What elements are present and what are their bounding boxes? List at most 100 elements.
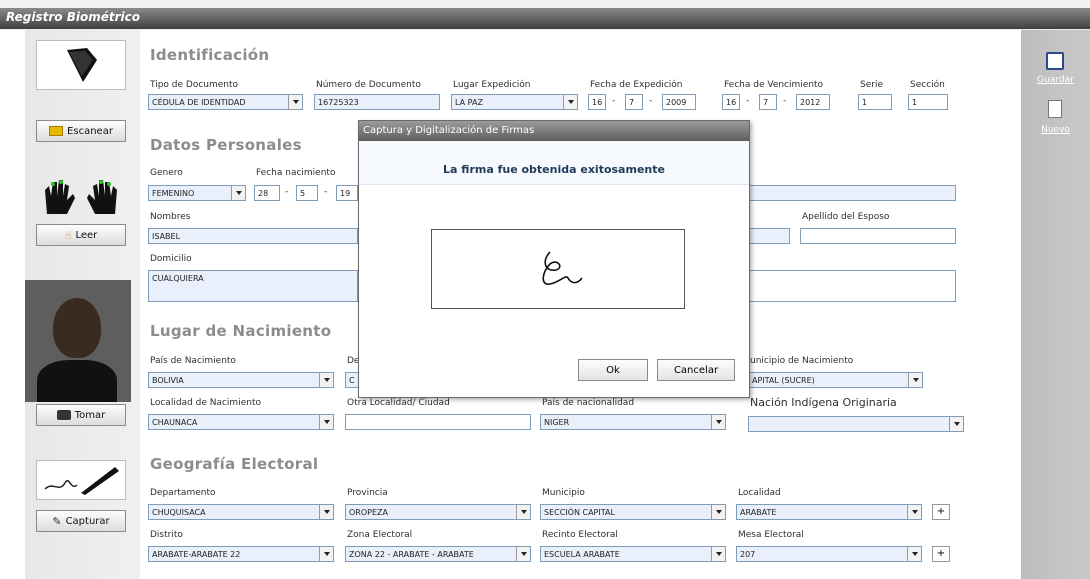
depto-nac-select[interactable]: C <box>345 372 359 388</box>
dialog-message: La firma fue obtenida exitosamente <box>443 163 665 176</box>
nombres-input[interactable]: ISABEL <box>148 228 358 244</box>
seccion-label: Sección <box>910 80 945 90</box>
genero-label: Genero <box>150 168 183 178</box>
zona-select[interactable]: ZONA 22 - ARABATE - ARABATE <box>345 546 531 562</box>
chevron-down-icon <box>711 505 725 519</box>
camera-icon <box>56 410 71 420</box>
window-title: Registro Biométrico <box>6 10 140 24</box>
capture-button[interactable]: ✎ Capturar <box>36 510 126 532</box>
recinto-select[interactable]: ESCUELA ARABATE <box>540 546 726 562</box>
municipio-select[interactable]: SECCIÓN CAPITAL <box>540 504 726 520</box>
user-photo <box>25 280 131 402</box>
chevron-down-icon <box>907 547 921 561</box>
right-panel: Guardar Nuevo <box>1021 30 1090 579</box>
domicilio-label: Domicilio <box>150 254 192 264</box>
fecha-venc-month[interactable]: 7 <box>759 94 777 110</box>
otra-localidad-input[interactable] <box>345 414 531 430</box>
distrito-label: Distrito <box>150 530 183 540</box>
indigena-label: Nación Indígena Originaria <box>750 396 897 409</box>
signature-image <box>542 251 583 285</box>
signature-pen-icon <box>36 460 126 500</box>
photo-button[interactable]: Tomar <box>36 404 126 426</box>
hand-pointer-icon: ☝ <box>64 228 72 242</box>
mesa-select[interactable]: 207 <box>736 546 922 562</box>
document-scan-icon <box>36 40 126 90</box>
distrito-select[interactable]: ARABATE-ARABATE 22 <box>148 546 334 562</box>
domicilio-input[interactable]: CUALQUIERA <box>148 270 358 302</box>
pais-select[interactable]: BOLIVIA <box>148 372 334 388</box>
fecha-exp-month[interactable]: 7 <box>625 94 643 110</box>
seccion-input[interactable]: 1 <box>908 94 948 110</box>
indigena-select[interactable] <box>748 416 964 432</box>
chevron-down-icon <box>711 415 725 429</box>
scan-button[interactable]: Escanear <box>36 120 126 142</box>
num-doc-input[interactable]: 16725323 <box>314 94 440 110</box>
genero-select[interactable]: FEMENINO <box>148 185 246 201</box>
fecha-venc-year[interactable]: 2012 <box>796 94 830 110</box>
section-datos-personales: Datos Personales <box>150 136 302 154</box>
municipio-label: Municipio <box>542 488 585 498</box>
date-separator: - <box>746 96 750 106</box>
recinto-label: Recinto Electoral <box>542 530 618 540</box>
add-localidad-button[interactable]: + <box>932 504 950 520</box>
zona-label: Zona Electoral <box>347 530 413 540</box>
fecha-exp-year[interactable]: 2009 <box>662 94 696 110</box>
fecha-venc-label: Fecha de Vencimiento <box>724 80 824 90</box>
fecha-nac-day[interactable]: 28 <box>254 185 280 201</box>
tipo-doc-select[interactable]: CÉDULA DE IDENTIDAD <box>148 94 303 110</box>
localidad-label: Localidad <box>738 488 781 498</box>
fecha-venc-day[interactable]: 16 <box>722 94 740 110</box>
folder-icon <box>49 126 64 136</box>
chevron-down-icon <box>288 95 302 109</box>
chevron-down-icon <box>231 186 245 200</box>
nombres-label: Nombres <box>150 212 191 222</box>
fecha-nac-month[interactable]: 5 <box>296 185 318 201</box>
municipio-nac-select[interactable]: APITAL (SUCRE) <box>748 372 923 388</box>
fecha-exp-day[interactable]: 16 <box>588 94 606 110</box>
esposo-input[interactable] <box>800 228 956 244</box>
lugar-exp-label: Lugar Expedición <box>453 80 531 90</box>
chevron-down-icon <box>319 547 333 561</box>
ok-button[interactable]: Ok <box>578 359 648 381</box>
left-panel: Escanear ☝ Leer Tomar ✎ Capturar <box>25 30 140 579</box>
title-bar: Registro Biométrico <box>0 0 1090 30</box>
save-icon <box>1046 52 1064 70</box>
apellido-input[interactable] <box>740 185 956 201</box>
new-document-icon <box>1048 100 1062 118</box>
serie-label: Serie <box>860 80 883 90</box>
localidad-nac-label: Localidad de Nacimiento <box>150 398 261 408</box>
fecha-nac-year[interactable]: 19 <box>336 185 358 201</box>
add-mesa-button[interactable]: + <box>932 546 950 562</box>
date-separator: - <box>783 96 787 106</box>
serie-input[interactable]: 1 <box>858 94 892 110</box>
read-button[interactable]: ☝ Leer <box>36 224 126 246</box>
cancel-button[interactable]: Cancelar <box>657 359 735 381</box>
title-band <box>0 8 1090 29</box>
chevron-down-icon <box>319 505 333 519</box>
chevron-down-icon <box>907 505 921 519</box>
provincia-label: Provincia <box>347 488 388 498</box>
fecha-exp-label: Fecha de Expedición <box>590 80 683 90</box>
provincia-select[interactable]: OROPEZA <box>345 504 531 520</box>
chevron-down-icon <box>563 95 577 109</box>
otra-localidad-label: Otra Localidad/ Ciudad <box>347 398 450 408</box>
chevron-down-icon <box>319 373 333 387</box>
domicilio-extra-input[interactable] <box>740 270 956 302</box>
lugar-exp-select[interactable]: LA PAZ <box>451 94 578 110</box>
date-separator: - <box>324 187 328 197</box>
nacionalidad-label: País de nacionalidad <box>542 398 635 408</box>
dialog-title: Captura y Digitalización de Firmas <box>359 121 749 141</box>
chevron-down-icon <box>516 547 530 561</box>
fingerprint-hands-icon <box>36 175 126 217</box>
departamento-select[interactable]: CHUQUISACA <box>148 504 334 520</box>
save-button[interactable]: Guardar <box>1021 75 1090 85</box>
new-button[interactable]: Nuevo <box>1021 125 1090 135</box>
localidad-nac-select[interactable]: CHAUNACA <box>148 414 334 430</box>
signature-preview <box>431 229 685 309</box>
section-lugar-nacimiento: Lugar de Nacimiento <box>150 322 332 340</box>
chevron-down-icon <box>516 505 530 519</box>
localidad-select[interactable]: ARABATE <box>736 504 922 520</box>
tipo-doc-label: Tipo de Documento <box>150 80 239 90</box>
section-identificacion: Identificación <box>150 46 270 64</box>
nacionalidad-select[interactable]: NIGER <box>540 414 726 430</box>
